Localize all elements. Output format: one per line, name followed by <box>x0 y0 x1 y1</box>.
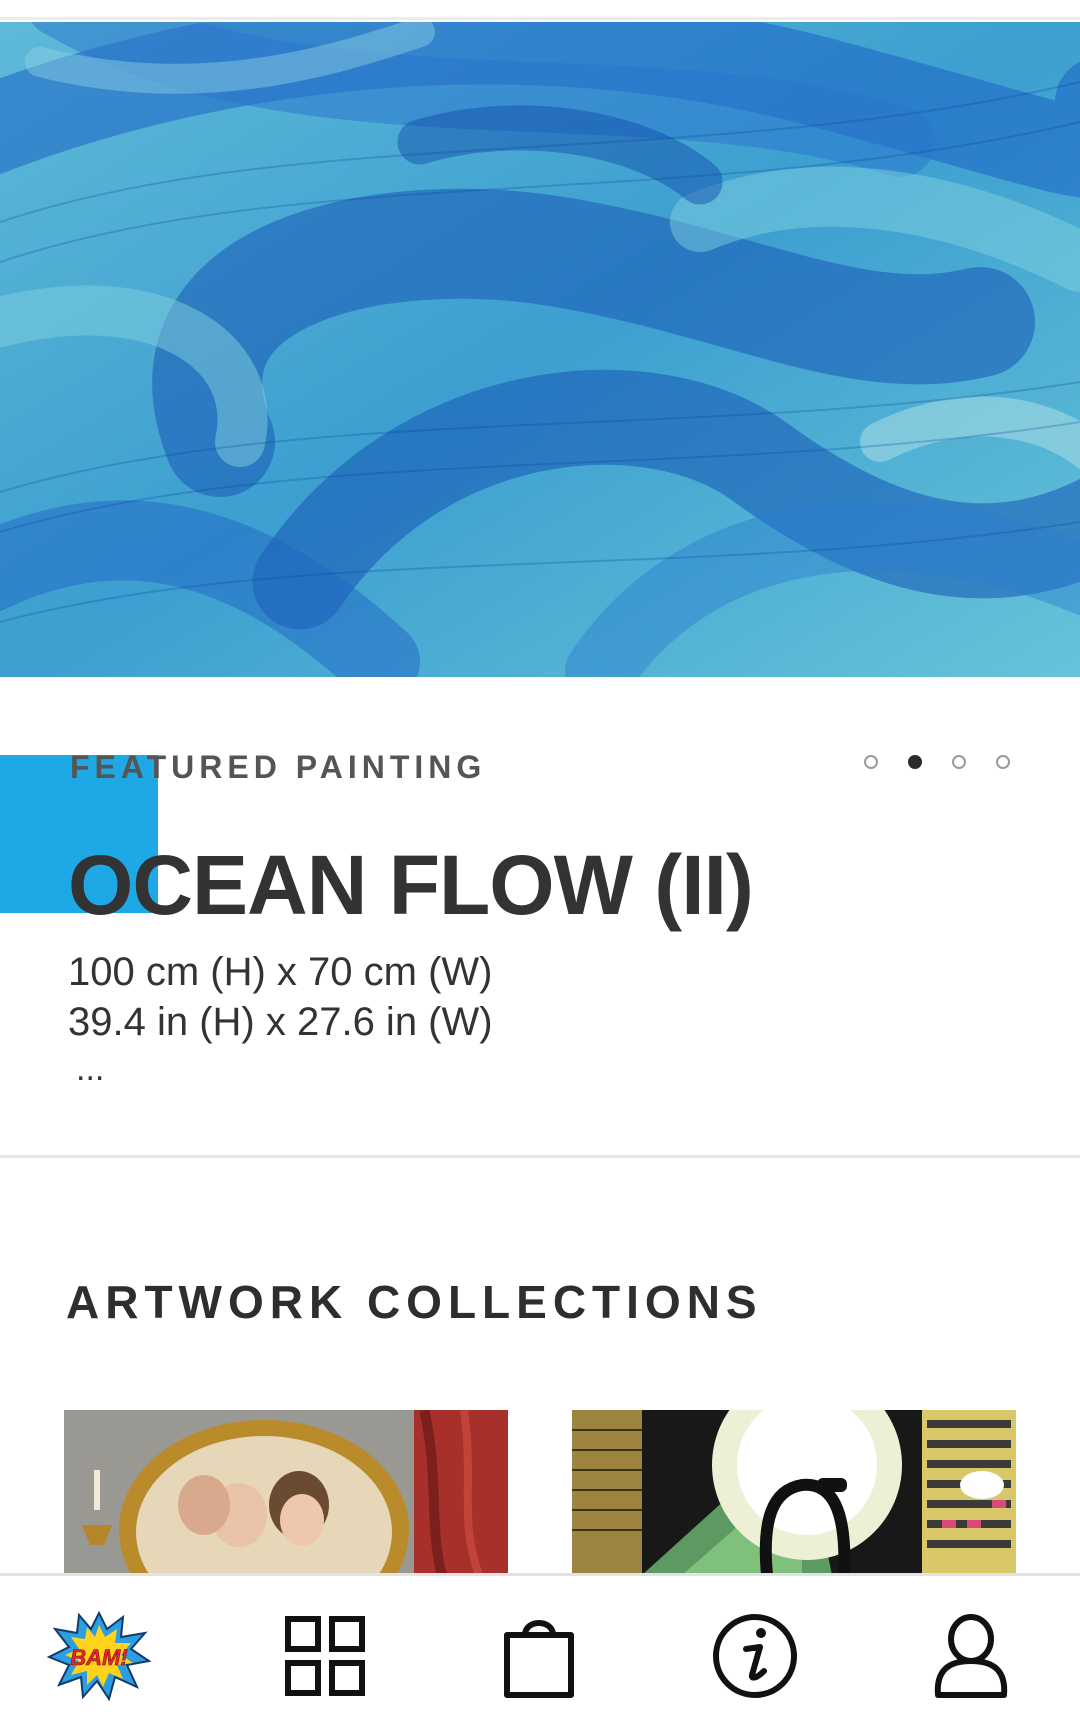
featured-label: FEATURED PAINTING <box>70 749 487 785</box>
section-divider <box>0 1155 1080 1158</box>
top-strip <box>0 0 1080 20</box>
featured-section: FEATURED PAINTING OCEAN FLOW (II) 100 cm… <box>0 677 1080 1157</box>
carousel-dot-2-active[interactable] <box>908 755 922 769</box>
carousel-dot-3[interactable] <box>952 755 966 769</box>
grid-icon <box>285 1616 365 1696</box>
user-icon <box>934 1614 1008 1698</box>
collections-grid-button[interactable] <box>270 1606 380 1706</box>
dimensions-imperial: 39.4 in (H) x 27.6 in (W) <box>68 1000 493 1044</box>
painting-dimensions: 100 cm (H) x 70 cm (W) 39.4 in (H) x 27.… <box>68 947 493 1047</box>
shop-button[interactable] <box>484 1606 594 1706</box>
more-details-ellipsis[interactable]: ... <box>76 1050 104 1089</box>
collection-card-pop-art[interactable] <box>572 1410 1016 1575</box>
bottom-navigation: BAM! <box>0 1573 1080 1731</box>
info-button[interactable] <box>700 1606 810 1706</box>
shopping-bag-icon <box>504 1620 574 1698</box>
svg-text:BAM!: BAM! <box>70 1645 127 1670</box>
profile-button[interactable] <box>916 1606 1026 1706</box>
collections-title: ARTWORK COLLECTIONS <box>66 1276 763 1328</box>
carousel-dot-4[interactable] <box>996 755 1010 769</box>
collection-card-classic[interactable] <box>64 1410 508 1575</box>
bam-logo-button[interactable]: BAM! <box>44 1606 154 1706</box>
dimensions-metric: 100 cm (H) x 70 cm (W) <box>68 950 493 994</box>
featured-painting-image[interactable] <box>0 22 1080 677</box>
bam-logo-icon: BAM! <box>47 1611 151 1701</box>
carousel-indicator[interactable] <box>864 755 1010 769</box>
info-icon <box>713 1614 797 1698</box>
carousel-dot-1[interactable] <box>864 755 878 769</box>
painting-title[interactable]: OCEAN FLOW (II) <box>68 837 754 934</box>
